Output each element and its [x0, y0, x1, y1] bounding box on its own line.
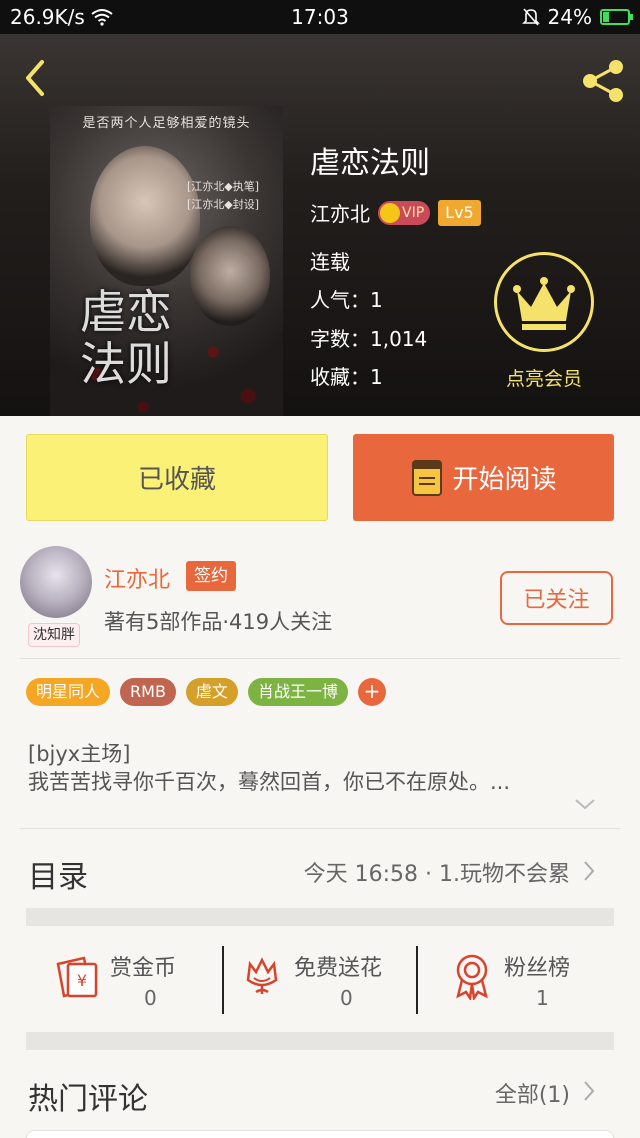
vip-badge: VIP — [378, 200, 431, 225]
cover-credit-writer: [江亦北◆执笔] — [186, 180, 260, 193]
start-reading-button[interactable]: 开始阅读 — [353, 434, 614, 521]
vip-crown-icon — [380, 202, 400, 223]
start-reading-label: 开始阅读 — [452, 465, 557, 495]
words-value: 1,014 — [370, 327, 428, 351]
book-title: 虐恋法则 — [310, 146, 430, 181]
description-line-1: [bjyx主场] — [28, 742, 131, 766]
author-name[interactable]: 江亦北 — [104, 562, 170, 594]
crown-icon — [513, 277, 575, 330]
follow-button-label: 已关注 — [523, 588, 590, 613]
fan-rank-count: 1 — [536, 986, 549, 1010]
membership-label[interactable]: 点亮会员 — [482, 364, 606, 391]
fan-rank-label: 粉丝榜 — [504, 956, 571, 981]
battery-percent: 24% — [547, 5, 592, 29]
cover-banner-text: 是否两个人足够相爱的镜头 — [82, 116, 251, 131]
cover-credits: [江亦北◆执笔] [江亦北◆封设] — [173, 178, 273, 214]
mute-bell-icon — [521, 8, 540, 26]
svg-text:¥: ¥ — [77, 971, 87, 990]
chevron-right-icon[interactable] — [582, 1080, 596, 1102]
stats-row: ¥ 赏金币 0 免费送花 0 粉丝榜 1 — [26, 938, 614, 1018]
avatar-tag: 沈知胖 — [28, 623, 80, 647]
tag-item[interactable]: RMB — [120, 678, 176, 706]
vip-badge-label: VIP — [402, 204, 425, 221]
send-flowers-label: 免费送花 — [294, 956, 383, 981]
tag-item[interactable]: 明星同人 — [26, 678, 111, 706]
comment-card[interactable] — [26, 1130, 614, 1138]
cover-art-title: 虐恋法则 — [80, 285, 172, 391]
battery-icon — [600, 9, 633, 25]
reward-coins-button[interactable]: ¥ 赏金币 0 — [26, 938, 222, 1018]
collected-button[interactable]: 已收藏 — [26, 434, 328, 521]
reward-coins-count: 0 — [144, 986, 157, 1010]
flower-icon — [246, 957, 278, 994]
all-comments-link[interactable]: 全部(1) — [495, 1077, 570, 1109]
hero-author-name[interactable]: 江亦北 — [310, 198, 370, 227]
tag-item[interactable]: 肖战王一博 — [247, 678, 348, 706]
chevron-down-icon[interactable] — [574, 796, 596, 812]
book-popularity: 人气：1 — [310, 284, 383, 313]
toc-latest-chapter[interactable]: 今天 16:58 · 1.玩物不会累 — [304, 856, 570, 888]
book-favorites: 收藏：1 — [310, 361, 383, 390]
signed-badge: 签约 — [186, 561, 236, 591]
book-cover[interactable]: 是否两个人足够相爱的镜头 [江亦北◆执笔] [江亦北◆封设] 虐恋法则 — [50, 106, 283, 416]
divider — [20, 658, 620, 659]
divider — [20, 828, 620, 829]
description-line-2[interactable]: 我苦苦找寻你千百次，蓦然回首，你已不在原处。... — [28, 766, 598, 796]
hot-comments-title: 热门评论 — [28, 1082, 148, 1117]
author-meta: 著有5部作品·419人关注 — [104, 610, 333, 634]
reward-coins-label: 赏金币 — [110, 956, 177, 981]
words-label: 字数： — [310, 327, 370, 351]
author-avatar[interactable] — [20, 546, 92, 618]
hero-author-row: 江亦北 VIP Lv5 — [310, 198, 481, 227]
book-word-count: 字数：1,014 — [310, 323, 427, 352]
add-tag-button[interactable]: + — [357, 678, 386, 706]
book-status: 连载 — [310, 250, 350, 274]
level-badge: Lv5 — [438, 199, 481, 226]
send-flowers-count: 0 — [340, 986, 353, 1010]
follow-button[interactable]: 已关注 — [500, 571, 613, 625]
fan-rank-button[interactable]: 粉丝榜 1 — [418, 938, 614, 1018]
membership-button[interactable] — [494, 252, 594, 352]
tag-list: 明星同人 RMB 虐文 肖战王一博 + — [26, 678, 386, 706]
cover-credit-design: [江亦北◆封设] — [186, 198, 260, 211]
favorites-value: 1 — [370, 365, 383, 389]
medal-icon — [456, 954, 488, 1000]
book-hero: 是否两个人足够相爱的镜头 [江亦北◆执笔] [江亦北◆封设] 虐恋法则 虐恋法则… — [0, 34, 640, 416]
share-icon[interactable] — [578, 56, 628, 106]
collected-button-label: 已收藏 — [137, 465, 216, 495]
book-icon — [412, 459, 443, 496]
tag-item[interactable]: 虐文 — [185, 678, 238, 706]
send-flowers-button[interactable]: 免费送花 0 — [224, 938, 416, 1018]
popularity-value: 1 — [370, 288, 383, 312]
cover-figure-left — [90, 146, 200, 286]
chevron-right-icon[interactable] — [582, 860, 596, 882]
toc-title[interactable]: 目录 — [28, 852, 88, 896]
popularity-label: 人气： — [310, 288, 370, 312]
section-separator — [26, 908, 614, 926]
back-arrow-icon[interactable] — [18, 56, 52, 100]
favorites-label: 收藏： — [310, 365, 370, 389]
section-separator — [26, 1032, 614, 1050]
status-bar: 26.9K/s 17:03 24% — [0, 0, 640, 34]
red-envelope-icon: ¥ — [56, 956, 98, 998]
